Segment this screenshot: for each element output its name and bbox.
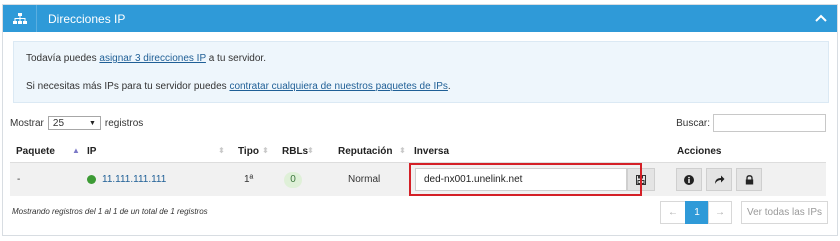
pagination: ← 1 → (660, 201, 732, 224)
search-input[interactable] (713, 114, 826, 132)
caret-down-icon: ▼ (88, 119, 96, 127)
panel-title: Direcciones IP (48, 11, 126, 26)
info-button[interactable] (676, 168, 702, 191)
column-header-paquete[interactable]: Paquete (16, 146, 55, 157)
search-label: Buscar: (676, 117, 710, 129)
sort-icon: ⬍ (399, 146, 406, 155)
lock-button[interactable] (736, 168, 762, 191)
search-control: Buscar: (676, 114, 826, 132)
reverse-dns-highlight (409, 163, 642, 196)
share-icon (714, 175, 724, 184)
show-label: Mostrar (10, 117, 44, 129)
sort-asc-icon: ▲ (72, 146, 80, 155)
table-row: - 11.111.111.111 1ª 0 Normal ded-nx001.u… (10, 162, 826, 196)
notice-line-1: Todavía puedes asignar 3 direcciones IP … (26, 53, 266, 64)
column-header-tipo[interactable]: Tipo (238, 146, 259, 157)
sort-icon: ⬍ (307, 146, 314, 155)
status-dot-icon (87, 175, 96, 184)
sort-icon: ⬍ (218, 146, 225, 155)
cell-reputacion: Normal (348, 174, 381, 185)
info-icon (684, 174, 694, 185)
page-length-control: Mostrar 25 ▼ registros (10, 116, 143, 130)
next-page-button[interactable]: → (708, 201, 732, 224)
table-info: Mostrando registros del 1 al 1 de un tot… (12, 207, 208, 216)
notice-line-2: Si necesitas más IPs para tu servidor pu… (26, 81, 451, 92)
assign-ips-link[interactable]: asignar 3 direcciones IP (99, 53, 206, 64)
table-controls: Mostrar 25 ▼ registros Buscar: (10, 114, 826, 134)
ip-notice: Todavía puedes asignar 3 direcciones IP … (13, 41, 829, 103)
column-header-rbls[interactable]: RBLs (282, 146, 308, 157)
cell-ip-link[interactable]: 11.111.111.111 (102, 174, 166, 185)
column-header-acciones: Acciones (677, 146, 722, 157)
lock-icon (745, 174, 753, 184)
column-header-reputacion[interactable]: Reputación (338, 146, 392, 157)
chevron-up-icon[interactable] (813, 10, 829, 26)
redirect-button[interactable] (706, 168, 732, 191)
column-header-ip[interactable]: IP (87, 146, 96, 157)
buy-ip-packages-link[interactable]: contratar cualquiera de nuestros paquete… (229, 81, 447, 92)
page-length-select[interactable]: 25 ▼ (47, 116, 101, 130)
records-label: registros (104, 117, 144, 129)
sort-icon: ⬍ (262, 146, 269, 155)
sitemap-icon (3, 5, 37, 32)
cell-paquete: - (17, 174, 21, 185)
rbl-count-badge: 0 (284, 172, 302, 188)
panel-header: Direcciones IP (3, 5, 837, 32)
table-header: Paquete ▲ IP ⬍ Tipo ⬍ RBLs ⬍ Reputación … (10, 143, 826, 162)
prev-page-button[interactable]: ← (660, 201, 686, 224)
cell-tipo: 1ª (244, 174, 254, 185)
view-all-ips-button[interactable]: Ver todas las IPs (741, 201, 828, 224)
page-1-button[interactable]: 1 (685, 201, 709, 224)
column-header-inversa[interactable]: Inversa (414, 146, 449, 157)
